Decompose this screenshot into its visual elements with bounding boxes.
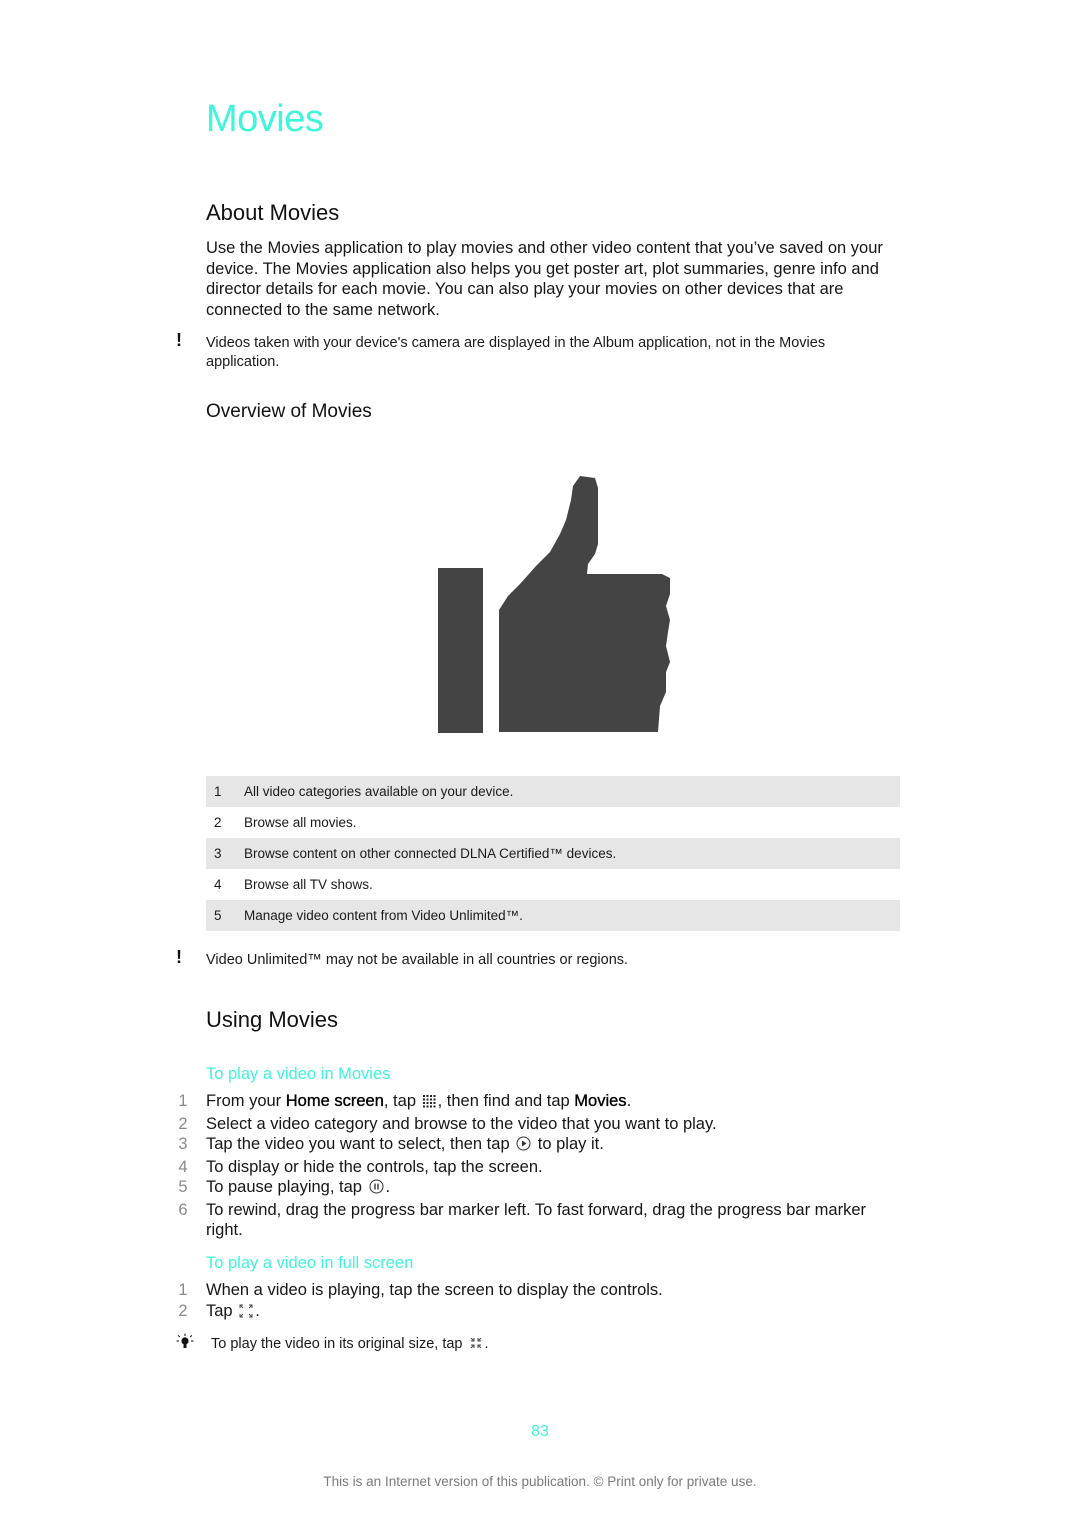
step-text: When a video is playing, tap the screen … bbox=[206, 1281, 663, 1299]
step-number: 2 bbox=[178, 1301, 188, 1320]
app-grid-icon bbox=[422, 1093, 436, 1114]
play-icon bbox=[516, 1136, 531, 1157]
exclamation-icon: ! bbox=[176, 330, 182, 350]
page-number: 83 bbox=[531, 1423, 549, 1440]
legend-number: 5 bbox=[206, 900, 244, 931]
step-number: 5 bbox=[178, 1178, 188, 1196]
step-text: Select a video category and browse to th… bbox=[206, 1114, 717, 1133]
fullscreen-icon bbox=[239, 1303, 253, 1324]
play-full-screen-heading: To play a video in full screen bbox=[206, 1254, 414, 1272]
step-text: Tap bbox=[206, 1301, 238, 1320]
play-in-movies-steps: 1 From your Home screen, tap , then find … bbox=[176, 1091, 896, 1241]
pause-icon bbox=[369, 1179, 384, 1200]
step-number: 6 bbox=[178, 1200, 188, 1219]
step-text: Tap the video you want to select, then t… bbox=[206, 1135, 515, 1153]
video-unlimited-note: Video Unlimited™ may not be available in… bbox=[206, 952, 629, 968]
legend-number: 4 bbox=[214, 877, 222, 892]
play-in-movies-heading: To play a video in Movies bbox=[206, 1065, 391, 1083]
using-heading: Using Movies bbox=[206, 1007, 339, 1032]
legend-row: 4 Browse all TV shows. bbox=[206, 869, 900, 900]
step-text: . bbox=[255, 1301, 260, 1320]
tip-text: . bbox=[484, 1336, 489, 1352]
movies-label: Movies bbox=[574, 1092, 627, 1110]
step-text: , tap bbox=[383, 1092, 421, 1110]
tip-text: To play the video in its original size, … bbox=[211, 1336, 467, 1352]
step-item: 1 From your Home screen, tap , then find … bbox=[176, 1091, 896, 1114]
legend-row: 3 Browse content on other connected DLNA… bbox=[206, 838, 900, 869]
step-text: to play it. bbox=[533, 1135, 604, 1153]
legend-row: 5 Manage video content from Video Unlimi… bbox=[206, 900, 900, 931]
legend-table: 1 All video categories available on your… bbox=[206, 776, 900, 931]
step-text: To display or hide the controls, tap the… bbox=[206, 1157, 543, 1176]
step-text: To rewind, drag the progress bar marker … bbox=[206, 1200, 866, 1240]
legend-text: Browse all TV shows. bbox=[244, 877, 373, 892]
step-item: 4 To display or hide the controls, tap th… bbox=[176, 1157, 896, 1178]
thumbs-up-icon bbox=[430, 470, 680, 740]
legend-text: All video categories available on your d… bbox=[244, 776, 900, 807]
step-item: 2 Select a video category and browse to t… bbox=[176, 1114, 896, 1135]
legend-number: 3 bbox=[206, 838, 244, 869]
step-number: 4 bbox=[178, 1157, 188, 1176]
legend-row: 2 Browse all movies. bbox=[206, 807, 900, 838]
step-number: 1 bbox=[178, 1281, 188, 1299]
step-text: To pause playing, tap bbox=[206, 1178, 367, 1196]
home-screen-label: Home screen bbox=[285, 1092, 384, 1110]
camera-videos-note: Videos taken with your device's camera a… bbox=[206, 335, 826, 370]
play-full-screen-steps: 1 When a video is playing, tap the screen… bbox=[176, 1280, 896, 1323]
step-item: 6 To rewind, drag the progress bar marker… bbox=[176, 1200, 896, 1241]
step-number: 3 bbox=[178, 1135, 188, 1153]
step-text: From your bbox=[206, 1092, 286, 1110]
legend-text: Browse content on other connected DLNA C… bbox=[244, 838, 900, 869]
step-item: 1 When a video is playing, tap the screen… bbox=[176, 1280, 896, 1301]
step-item: 5 To pause playing, tap . bbox=[176, 1177, 896, 1200]
step-text: , then find and tap bbox=[437, 1092, 575, 1110]
about-heading: About Movies bbox=[206, 200, 340, 225]
lightbulb-icon bbox=[176, 1333, 194, 1356]
step-number: 1 bbox=[178, 1092, 188, 1110]
original-size-tip: To play the video in its original size, … bbox=[211, 1335, 901, 1356]
about-paragraph: Use the Movies application to play movie… bbox=[206, 239, 883, 319]
legend-row: 1 All video categories available on your… bbox=[206, 776, 900, 807]
legend-number: 2 bbox=[214, 815, 222, 830]
overview-heading: Overview of Movies bbox=[206, 401, 372, 422]
step-text: . bbox=[385, 1178, 391, 1196]
step-item: 3 Tap the video you want to select, then … bbox=[176, 1134, 896, 1157]
page-title: Movies bbox=[206, 98, 324, 140]
exit-fullscreen-icon bbox=[469, 1336, 483, 1356]
step-item: 2 Tap . bbox=[176, 1301, 896, 1324]
step-text: . bbox=[626, 1092, 632, 1110]
exclamation-icon: ! bbox=[176, 947, 182, 967]
legend-number: 1 bbox=[206, 776, 244, 807]
footer-note: This is an Internet version of this publ… bbox=[323, 1474, 757, 1489]
legend-text: Manage video content from Video Unlimite… bbox=[244, 900, 900, 931]
legend-text: Browse all movies. bbox=[244, 815, 357, 830]
step-number: 2 bbox=[178, 1114, 188, 1133]
